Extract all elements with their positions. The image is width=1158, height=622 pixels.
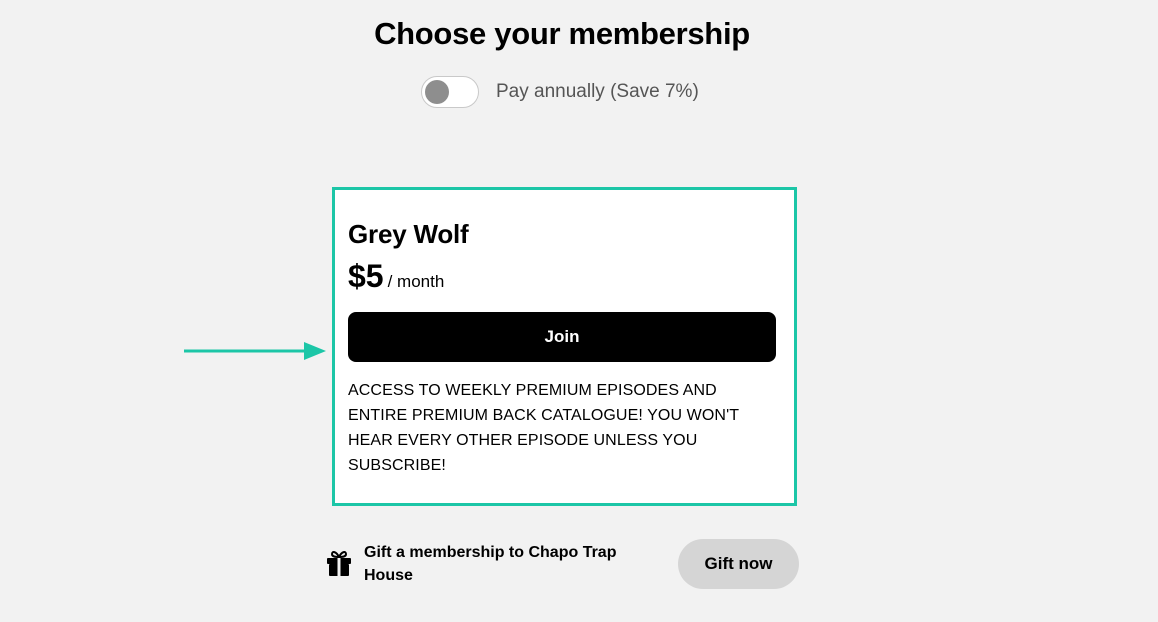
arrow-right-icon (184, 342, 326, 360)
page-title: Choose your membership (374, 16, 750, 51)
gift-text: Gift a membership to Chapo Trap House (364, 544, 617, 584)
join-button[interactable]: Join (348, 312, 776, 362)
tier-price: $5 (348, 258, 384, 294)
price-row: $5 / month (348, 258, 444, 295)
toggle-knob (425, 80, 449, 104)
gift-now-button[interactable]: Gift now (678, 539, 799, 589)
gift-membership-row: Gift a membership to Chapo Trap House Gi… (326, 539, 800, 591)
pay-annually-label: Pay annually (Save 7%) (496, 81, 699, 102)
tier-period: / month (387, 272, 445, 291)
tier-description: ACCESS TO WEEKLY PREMIUM EPISODES AND EN… (348, 382, 739, 474)
gift-icon (327, 551, 351, 576)
membership-page: Choose your membership Pay annually (Sav… (0, 0, 1158, 622)
billing-toggle-row: Pay annually (Save 7%) (421, 74, 699, 110)
pay-annually-toggle[interactable] (421, 76, 479, 108)
tier-name: Grey Wolf (348, 219, 469, 249)
membership-tier-card: Grey Wolf $5 / month Join ACCESS TO WEEK… (332, 187, 797, 506)
